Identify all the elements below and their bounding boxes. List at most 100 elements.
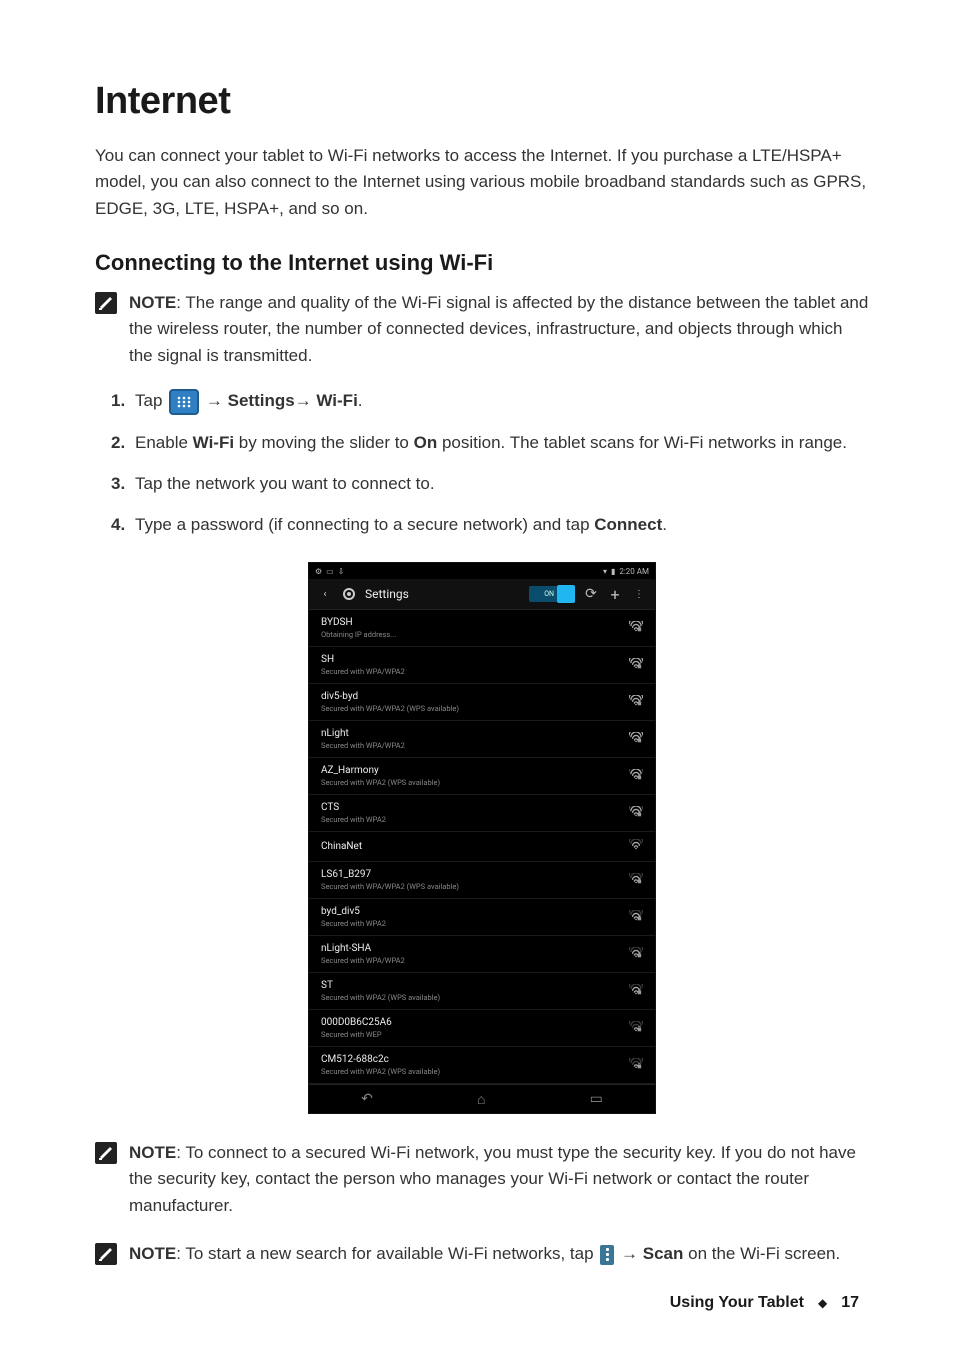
network-subtext: Secured with WPA2 (WPS available) xyxy=(321,1067,440,1076)
status-bar: ⚙ ▭ ⇩ ▾ ▮ 2:20 AM xyxy=(309,563,655,579)
wifi-network-item[interactable]: CM512-688c2c Secured with WPA2 (WPS avail… xyxy=(309,1047,655,1084)
wifi-network-item[interactable]: LS61_B297Secured with WPA/WPA2 (WPS avai… xyxy=(309,862,655,899)
intro-paragraph: You can connect your tablet to Wi-Fi net… xyxy=(95,143,869,222)
network-name: ChinaNet xyxy=(321,841,362,852)
footer-diamond-icon: ◆ xyxy=(818,1296,827,1310)
step-2-mid: by moving the slider to xyxy=(239,433,414,452)
wifi-signal-icon xyxy=(629,984,643,999)
network-subtext: Secured with WPA2 xyxy=(321,815,386,824)
network-subtext: Secured with WPA/WPA2 (WPS available) xyxy=(321,882,459,891)
note-icon xyxy=(95,1243,117,1265)
wifi-signal-icon xyxy=(629,732,643,747)
page-title: Internet xyxy=(95,80,869,123)
back-icon[interactable]: ↶ xyxy=(361,1091,373,1107)
step-4-post: . xyxy=(662,515,667,534)
back-chevron-icon[interactable]: ‹ xyxy=(317,586,333,602)
note-label: NOTE xyxy=(129,1244,176,1263)
wifi-settings-screenshot: ⚙ ▭ ⇩ ▾ ▮ 2:20 AM ‹ Settings ON ⟳ + ⋮ xyxy=(308,562,656,1114)
note-3: NOTE: To start a new search for availabl… xyxy=(95,1241,869,1267)
wifi-network-item[interactable]: nLight-SHA Secured with WPA/WPA2 xyxy=(309,936,655,973)
section-heading: Connecting to the Internet using Wi-Fi xyxy=(95,250,869,276)
wifi-network-item[interactable]: CTS Secured with WPA2 xyxy=(309,795,655,832)
wifi-network-item[interactable]: div5-byd Secured with WPA/WPA2 (WPS avail… xyxy=(309,684,655,721)
network-subtext: Secured with WPA/WPA2 xyxy=(321,956,405,965)
network-subtext: Secured with WPA2 xyxy=(321,919,386,928)
footer-section: Using Your Tablet xyxy=(670,1294,804,1312)
note-icon xyxy=(95,1142,117,1164)
wifi-network-item[interactable]: byd_div5 Secured with WPA2 xyxy=(309,899,655,936)
wifi-signal-icon xyxy=(629,839,643,854)
note-icon xyxy=(95,292,117,314)
note-body: : To connect to a secured Wi-Fi network,… xyxy=(129,1143,856,1215)
arrow: → xyxy=(295,391,317,410)
on-word: On xyxy=(414,433,438,452)
step-4-pre: Type a password (if connecting to a secu… xyxy=(135,515,594,534)
wifi-network-item[interactable]: nLight Secured with WPA/WPA2 xyxy=(309,721,655,758)
wps-icon[interactable]: ⟳ xyxy=(583,586,599,602)
network-name: ST xyxy=(321,980,440,991)
network-name: nLight-SHA xyxy=(321,943,405,954)
wifi-signal-icon xyxy=(629,1058,643,1073)
home-icon[interactable]: ⌂ xyxy=(477,1091,485,1108)
scan-word: Scan xyxy=(643,1244,684,1263)
wifi-network-list: BYDSHObtaining IP address...SHSecured wi… xyxy=(309,610,655,1084)
wifi-signal-icon xyxy=(629,695,643,710)
wifi-toggle[interactable]: ON xyxy=(529,586,575,602)
network-subtext: Secured with WPA2 (WPS available) xyxy=(321,778,440,787)
network-subtext: Secured with WPA/WPA2 (WPS available) xyxy=(321,704,459,713)
wifi-signal-icon xyxy=(629,769,643,784)
status-time: 2:20 AM xyxy=(619,567,649,576)
step-2-pre: Enable xyxy=(135,433,193,452)
network-name: CM512-688c2c xyxy=(321,1054,440,1065)
step-1-pre: Tap xyxy=(135,391,167,410)
wifi-signal-icon xyxy=(629,621,643,636)
network-subtext: Obtaining IP address... xyxy=(321,630,396,639)
network-subtext: Secured with WPA2 (WPS available) xyxy=(321,993,440,1002)
wifi-word: Wi-Fi xyxy=(193,433,234,452)
settings-gear-icon xyxy=(341,586,357,602)
note3-post: on the Wi-Fi screen. xyxy=(688,1244,840,1263)
note-1: NOTE: The range and quality of the Wi-Fi… xyxy=(95,290,869,369)
wifi-status-icon: ▾ xyxy=(603,567,607,576)
recents-icon[interactable]: ▭ xyxy=(590,1091,603,1107)
note-body: : The range and quality of the Wi-Fi sig… xyxy=(129,293,868,365)
network-name: byd_div5 xyxy=(321,906,386,917)
page-footer: Using Your Tablet ◆ 17 xyxy=(670,1294,859,1312)
network-name: SH xyxy=(321,654,405,665)
battery-icon: ▮ xyxy=(611,567,615,576)
overflow-menu-icon xyxy=(600,1245,614,1265)
apps-grid-icon xyxy=(169,389,199,415)
wifi-network-item[interactable]: ChinaNet xyxy=(309,832,655,862)
wifi-network-item[interactable]: ST Secured with WPA2 (WPS available) xyxy=(309,973,655,1010)
network-name: div5-byd xyxy=(321,691,459,702)
wifi-signal-icon xyxy=(629,873,643,888)
connect-word: Connect xyxy=(594,515,662,534)
note-label: NOTE xyxy=(129,1143,176,1162)
nav-bar: ↶ ⌂ ▭ xyxy=(309,1084,655,1113)
note-2: NOTE: To connect to a secured Wi-Fi netw… xyxy=(95,1140,869,1219)
screenshot-icon: ▭ xyxy=(326,567,334,576)
wifi-signal-icon xyxy=(629,806,643,821)
network-name: 000D0B6C25A6 xyxy=(321,1017,392,1028)
network-subtext: Secured with WPA/WPA2 xyxy=(321,741,405,750)
network-name: nLight xyxy=(321,728,405,739)
add-network-icon[interactable]: + xyxy=(607,586,623,602)
wifi-network-item[interactable]: SHSecured with WPA/WPA2 xyxy=(309,647,655,684)
wifi-word: Wi-Fi xyxy=(316,391,357,410)
download-icon: ⇩ xyxy=(338,567,345,576)
wifi-network-item[interactable]: AZ_HarmonySecured with WPA2 (WPS availab… xyxy=(309,758,655,795)
network-name: CTS xyxy=(321,802,386,813)
toggle-label: ON xyxy=(544,590,554,598)
wifi-network-item[interactable]: BYDSHObtaining IP address... xyxy=(309,610,655,647)
action-bar-title: Settings xyxy=(365,587,409,601)
wifi-network-item[interactable]: 000D0B6C25A6 Secured with WEP xyxy=(309,1010,655,1047)
note-label: NOTE xyxy=(129,293,176,312)
arrow: → xyxy=(621,1244,643,1263)
step-1-post: . xyxy=(358,391,363,410)
wifi-signal-icon xyxy=(629,658,643,673)
network-subtext: Secured with WEP xyxy=(321,1030,392,1039)
overflow-menu-icon[interactable]: ⋮ xyxy=(631,586,647,602)
wifi-signal-icon xyxy=(629,910,643,925)
footer-page-number: 17 xyxy=(841,1294,859,1312)
step-4: Type a password (if connecting to a secu… xyxy=(117,511,869,538)
